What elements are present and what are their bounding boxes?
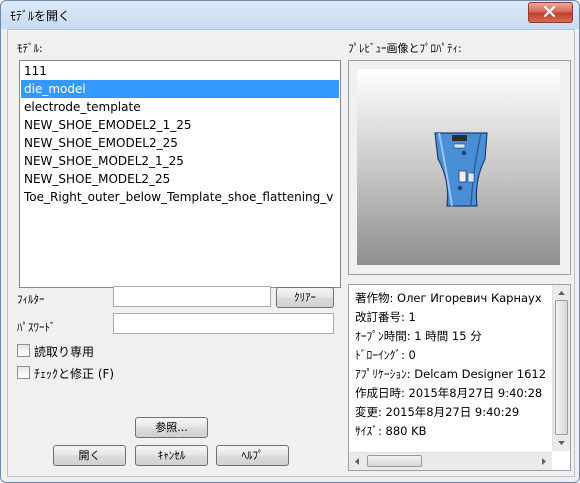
horizontal-scroll-thumb[interactable] (367, 455, 422, 467)
model-list-item[interactable]: NEW_SHOE_MODEL2_1_25 (21, 152, 339, 170)
model-list-item[interactable]: NEW_SHOE_EMODEL2_1_25 (21, 116, 339, 134)
readonly-checkbox-label: 読取り専用 (34, 345, 95, 359)
dialog-window: ﾓﾃﾞﾙを開く ﾓﾃﾞﾙ: 111 die_model electrode_te… (0, 0, 580, 483)
model-list-item[interactable]: NEW_SHOE_MODEL2_25 (21, 170, 339, 188)
model-list-item[interactable]: NEW_SHOE_EMODEL2_25 (21, 134, 339, 152)
model-list-item-selected[interactable]: die_model (21, 80, 339, 98)
password-input[interactable] (113, 313, 334, 334)
properties-horizontal-scrollbar[interactable] (349, 452, 552, 470)
browse-button[interactable]: 参照... (135, 417, 208, 438)
clear-button[interactable]: ｸﾘｱｰ (276, 287, 334, 308)
window-title: ﾓﾃﾞﾙを開く (10, 9, 71, 23)
filter-label: ﾌｨﾙﾀｰ (17, 293, 45, 306)
close-icon (543, 6, 556, 17)
cancel-button[interactable]: ｷｬﾝｾﾙ (135, 445, 208, 466)
property-author: 著作物: Олег Игоревич Карнаух (355, 291, 542, 305)
preview-label: ﾌﾟﾚﾋﾞｭｰ画像とﾌﾟﾛﾊﾟﾃｨ: (348, 42, 462, 55)
check-fix-checkbox-label: ﾁｪｯｸと修正 (F) (34, 367, 115, 381)
property-size: ｻｲｽﾞ: 880 KB (355, 424, 427, 438)
property-drawings: ﾄﾞﾛｰｲﾝｸﾞ: 0 (355, 348, 416, 362)
vertical-scroll-thumb[interactable] (555, 300, 568, 435)
filter-input[interactable] (113, 286, 271, 307)
open-button[interactable]: 開く (53, 445, 126, 466)
preview-image (357, 69, 560, 265)
preview-panel (348, 60, 571, 275)
close-button[interactable] (528, 2, 573, 23)
model-list[interactable]: 111 die_model electrode_template NEW_SHO… (19, 60, 341, 288)
property-revision: 改訂番号: 1 (355, 310, 416, 324)
model-preview-image (434, 132, 488, 207)
properties-panel[interactable]: 著作物: Олег Игоревич Карнаух 改訂番号: 1 ｵｰﾌﾟﾝ… (348, 284, 571, 471)
scroll-left-arrow-icon[interactable] (350, 453, 364, 470)
dialog-body: ﾓﾃﾞﾙ: 111 die_model electrode_template N… (7, 29, 575, 477)
scroll-down-arrow-icon[interactable] (553, 436, 570, 450)
models-label: ﾓﾃﾞﾙ: (17, 42, 43, 55)
scroll-up-arrow-icon[interactable] (553, 286, 570, 300)
model-list-item[interactable]: 111 (21, 62, 339, 80)
help-button[interactable]: ﾍﾙﾌﾟ (216, 445, 289, 466)
scroll-right-arrow-icon[interactable] (537, 453, 551, 470)
check-fix-checkbox[interactable] (17, 366, 30, 379)
model-list-item[interactable]: electrode_template (21, 98, 339, 116)
property-modified: 変更: 2015年8月27日 9:40:29 (355, 405, 520, 419)
title-bar[interactable]: ﾓﾃﾞﾙを開く (1, 1, 579, 29)
readonly-checkbox[interactable] (17, 344, 30, 357)
properties-vertical-scrollbar[interactable] (552, 285, 570, 451)
property-created: 作成日時: 2015年8月27日 9:40:28 (355, 386, 543, 400)
property-application: ｱﾌﾟﾘｹｰｼｮﾝ: Delcam Designer 1612 (355, 367, 547, 381)
property-open-time: ｵｰﾌﾟﾝ時間: 1 時間 15 分 (355, 329, 482, 343)
password-label: ﾊﾟｽﾜｰﾄﾞ (17, 321, 56, 334)
model-list-item[interactable]: Toe_Right_outer_below_Template_shoe_flat… (21, 188, 339, 206)
